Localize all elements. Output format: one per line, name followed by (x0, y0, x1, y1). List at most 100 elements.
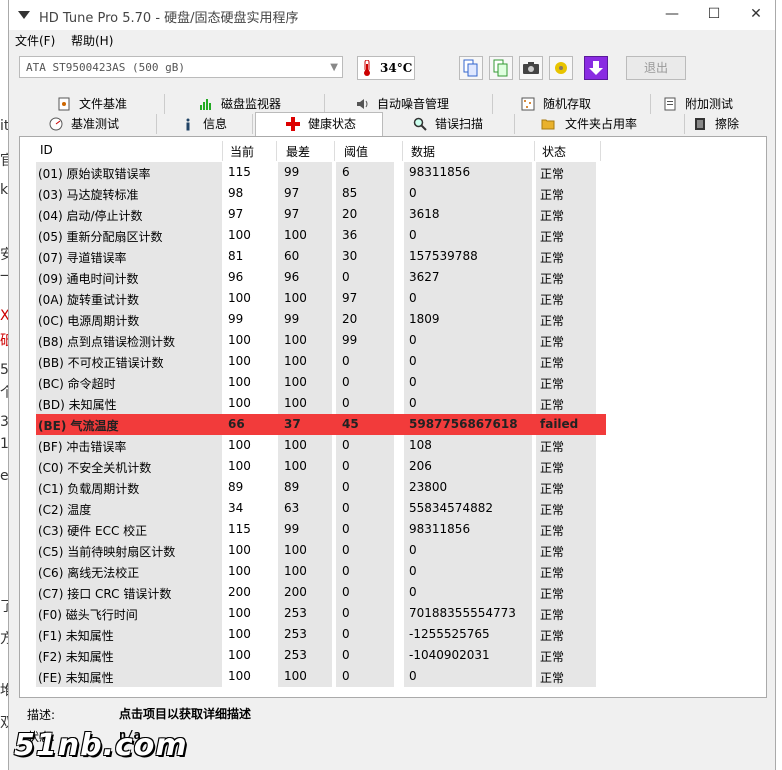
cell-status: 正常 (540, 377, 565, 391)
drive-select[interactable]: ATA ST9500423AS (500 gB) ▼ (19, 56, 343, 78)
cell-status: 正常 (540, 314, 565, 328)
table-row[interactable]: (B8) 点到点错误检测计数 100 100 99 0 正常 (36, 330, 606, 351)
tab-noise-management[interactable]: 自动噪音管理 (351, 94, 493, 114)
save-button[interactable] (584, 56, 608, 80)
copy-info-button[interactable] (459, 56, 483, 80)
cell-status: 正常 (540, 356, 565, 370)
table-row[interactable]: (04) 启动/停止计数 97 97 20 3618 正常 (36, 204, 606, 225)
cell-id: (C7) 接口 CRC 错误计数 (38, 587, 172, 601)
col-status[interactable]: 状态 (542, 143, 566, 160)
temperature-display: 34°C (357, 56, 415, 80)
cell-data: 5987756867618 (409, 417, 518, 431)
cell-id: (0C) 电源周期计数 (38, 314, 140, 328)
cell-threshold: 0 (342, 606, 350, 620)
table-row[interactable]: (F1) 未知属性 100 253 0 -1255525765 正常 (36, 624, 606, 645)
cell-data: 1809 (409, 312, 440, 326)
table-row[interactable]: (FE) 未知属性 100 100 0 0 正常 (36, 666, 606, 687)
cell-current: 100 (228, 291, 251, 305)
table-row[interactable]: (C6) 离线无法校正 100 100 0 0 正常 (36, 561, 606, 582)
options-button[interactable] (549, 56, 573, 80)
tab-file-benchmark[interactable]: 文件基准 (51, 94, 165, 114)
table-row[interactable]: (F2) 未知属性 100 253 0 -1040902031 正常 (36, 645, 606, 666)
cell-threshold: 45 (342, 417, 359, 431)
cell-current: 100 (228, 354, 251, 368)
cell-threshold: 97 (342, 291, 358, 305)
cell-threshold: 6 (342, 165, 350, 179)
close-button[interactable]: ✕ (745, 4, 767, 24)
cell-threshold: 0 (342, 270, 350, 284)
cell-worst: 99 (284, 522, 300, 536)
table-row[interactable]: (07) 寻道错误率 81 60 30 157539788 正常 (36, 246, 606, 267)
col-id[interactable]: ID (40, 143, 53, 157)
cell-id: (04) 启动/停止计数 (38, 209, 143, 223)
menu-file[interactable]: 文件(F) (15, 32, 55, 49)
tab-random-access[interactable]: 随机存取 (519, 94, 651, 114)
table-row[interactable]: (BC) 命令超时 100 100 0 0 正常 (36, 372, 606, 393)
cell-status: 正常 (540, 440, 565, 454)
tab-disk-monitor[interactable]: 磁盘监视器 (195, 94, 325, 114)
col-worst[interactable]: 最差 (286, 143, 310, 160)
cell-current: 89 (228, 480, 244, 494)
table-row[interactable]: (01) 原始读取错误率 115 99 6 98311856 正常 (36, 162, 606, 183)
maximize-button[interactable]: ☐ (703, 4, 725, 24)
cell-id: (F1) 未知属性 (38, 629, 114, 643)
table-row[interactable]: (BE) 气流温度 66 37 45 5987756867618 failed (36, 414, 606, 435)
table-row[interactable]: (0A) 旋转重试计数 100 100 97 0 正常 (36, 288, 606, 309)
cell-id: (B8) 点到点错误检测计数 (38, 335, 176, 349)
cell-data: 0 (409, 669, 417, 683)
table-row[interactable]: (09) 通电时间计数 96 96 0 3627 正常 (36, 267, 606, 288)
cell-current: 66 (228, 417, 245, 431)
tab-extra-tests[interactable]: 附加测试 (659, 94, 769, 114)
tab-bar: 文件基准 磁盘监视器 自动噪音管理 随机存取 附加测试 基准测试 信息 健康状态… (9, 94, 775, 136)
tab-folder-usage[interactable]: 文件夹占用率 (519, 114, 685, 134)
table-row[interactable]: (C7) 接口 CRC 错误计数 200 200 0 0 正常 (36, 582, 606, 603)
table-row[interactable]: (C3) 硬件 ECC 校正 115 99 0 98311856 正常 (36, 519, 606, 540)
cell-id: (C5) 当前待映射扇区计数 (38, 545, 176, 559)
table-row[interactable]: (03) 马达旋转标准 98 97 85 0 正常 (36, 183, 606, 204)
cell-id: (03) 马达旋转标准 (38, 188, 139, 202)
down-arrow-icon (589, 61, 603, 75)
table-row[interactable]: (05) 重新分配扇区计数 100 100 36 0 正常 (36, 225, 606, 246)
cell-data: 157539788 (409, 249, 478, 263)
table-row[interactable]: (0C) 电源周期计数 99 99 20 1809 正常 (36, 309, 606, 330)
table-row[interactable]: (BD) 未知属性 100 100 0 0 正常 (36, 393, 606, 414)
exit-button[interactable]: 退出 (626, 56, 686, 80)
cell-threshold: 0 (342, 522, 350, 536)
copy-all-button[interactable] (489, 56, 513, 80)
cell-threshold: 20 (342, 207, 358, 221)
tab-benchmark[interactable]: 基准测试 (45, 114, 157, 134)
cell-status: 正常 (540, 608, 565, 622)
table-row[interactable]: (BF) 冲击错误率 100 100 0 108 正常 (36, 435, 606, 456)
cell-data: 0 (409, 543, 417, 557)
tab-health[interactable]: 健康状态 (255, 112, 383, 136)
cell-data: -1255525765 (409, 627, 490, 641)
thermometer-icon (364, 60, 370, 76)
cell-data: 0 (409, 585, 417, 599)
table-row[interactable]: (C5) 当前待映射扇区计数 100 100 0 0 正常 (36, 540, 606, 561)
table-row[interactable]: (C0) 不安全关机计数 100 100 0 206 正常 (36, 456, 606, 477)
menu-help[interactable]: 帮助(H) (71, 32, 113, 49)
cell-worst: 100 (284, 354, 307, 368)
table-row[interactable]: (F0) 磁头飞行时间 100 253 0 70188355554773 正常 (36, 603, 606, 624)
cell-worst: 100 (284, 291, 307, 305)
screenshot-button[interactable] (519, 56, 543, 80)
drive-select-value: ATA ST9500423AS (500 gB) (26, 61, 185, 74)
table-row[interactable]: (C2) 温度 34 63 0 55834574882 正常 (36, 498, 606, 519)
cell-threshold: 0 (342, 648, 350, 662)
table-row[interactable]: (C1) 负载周期计数 89 89 0 23800 正常 (36, 477, 606, 498)
cell-id: (07) 寻道错误率 (38, 251, 127, 265)
cell-worst: 63 (284, 501, 300, 515)
cell-threshold: 0 (342, 354, 350, 368)
cell-status: 正常 (540, 524, 565, 538)
minimize-button[interactable]: — (661, 4, 683, 24)
tab-erase[interactable]: 擦除 (689, 114, 769, 134)
col-threshold[interactable]: 阈值 (344, 143, 368, 160)
cell-threshold: 99 (342, 333, 358, 347)
col-current[interactable]: 当前 (230, 143, 254, 160)
cell-worst: 100 (284, 543, 307, 557)
tab-error-scan[interactable]: 错误扫描 (389, 114, 515, 134)
col-data[interactable]: 数据 (411, 143, 435, 160)
tab-info[interactable]: 信息 (169, 114, 253, 134)
cell-current: 100 (228, 606, 251, 620)
table-row[interactable]: (BB) 不可校正错误计数 100 100 0 0 正常 (36, 351, 606, 372)
